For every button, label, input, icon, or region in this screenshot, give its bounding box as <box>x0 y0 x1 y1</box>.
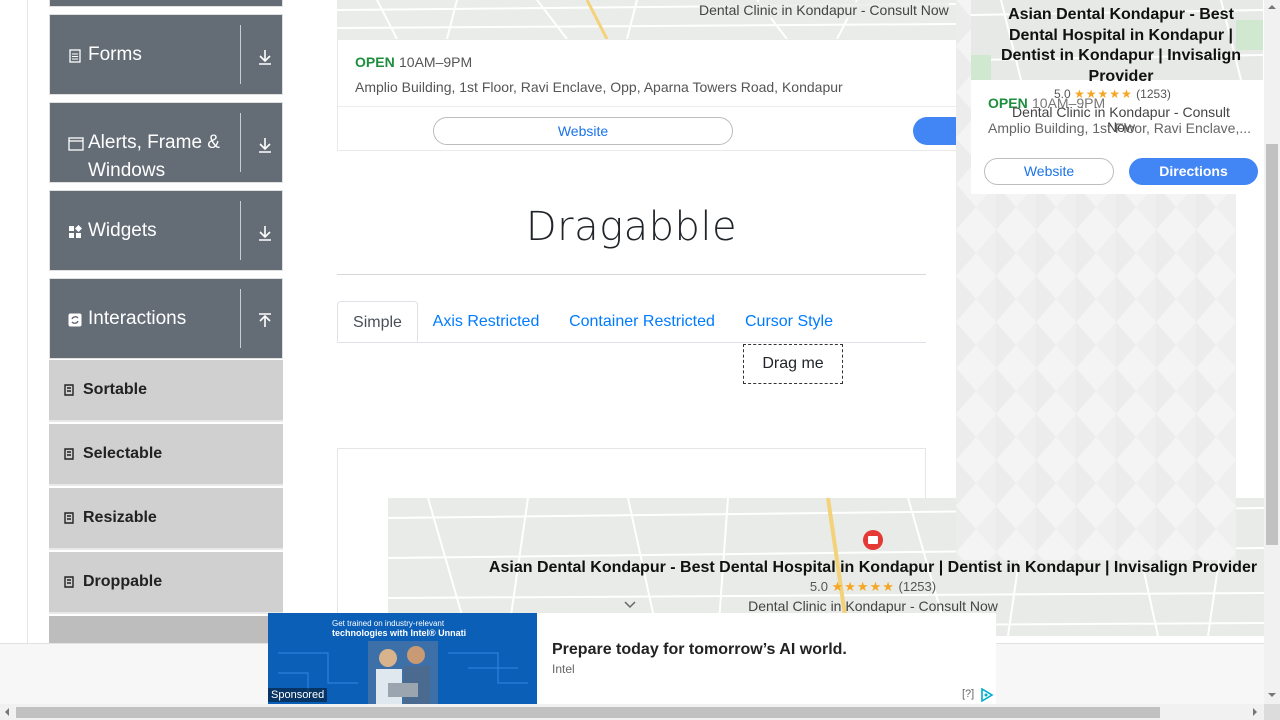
divider <box>240 113 241 172</box>
map-caption: Dental Clinic in Kondapur - Consult Now <box>699 2 949 18</box>
scroll-down-icon[interactable] <box>1267 692 1277 698</box>
drag-me-box[interactable]: Drag me <box>743 344 843 384</box>
ad-advertiser: Intel <box>552 662 575 676</box>
sidebar-group-label: Interactions <box>88 308 187 329</box>
ad-headline[interactable]: Prepare today for tomorrow’s AI world. <box>552 641 847 659</box>
open-status: OPEN <box>355 54 395 70</box>
sidebar-item-label: Droppable <box>83 573 163 590</box>
divider <box>240 25 241 84</box>
address: Amplio Building, 1st Floor, Ravi Enclave… <box>988 120 1252 136</box>
sidebar-group-interactions[interactable]: Interactions <box>49 278 283 359</box>
interactions-icon <box>68 313 82 327</box>
opening-hours: 10AM–9PM <box>399 54 473 70</box>
review-count: (1253) <box>1136 87 1171 101</box>
title-divider <box>337 274 926 275</box>
sidebar-item-label: Sortable <box>83 381 148 398</box>
download-arrow-icon[interactable] <box>255 223 275 243</box>
ad-image-text: Get trained on industry-relevant <box>332 619 445 628</box>
rating-value: 5.0 <box>809 579 828 594</box>
review-count: (1253) <box>898 579 937 594</box>
scroll-right-icon[interactable] <box>1252 707 1258 717</box>
scroll-left-icon[interactable] <box>4 707 10 717</box>
tab-bar: Simple Axis Restricted Container Restric… <box>337 301 926 343</box>
upload-arrow-icon[interactable] <box>255 311 275 331</box>
vertical-scroll-thumb[interactable] <box>1266 144 1278 545</box>
tab-cursor-style[interactable]: Cursor Style <box>737 301 841 342</box>
tab-container-restricted[interactable]: Container Restricted <box>561 301 723 342</box>
ad-text-box[interactable]: Prepare today for tomorrow’s AI world. I… <box>537 613 996 704</box>
website-button[interactable]: Website <box>984 158 1114 185</box>
document-icon <box>69 49 81 63</box>
widgets-icon <box>69 225 82 238</box>
tab-simple[interactable]: Simple <box>337 301 418 342</box>
sidebar-item-resizable[interactable]: Resizable <box>49 488 283 550</box>
sidebar-group-label: Forms <box>88 44 142 65</box>
business-name: Asian Dental Kondapur - Best Dental Hosp… <box>1000 6 1242 85</box>
website-button[interactable]: Website <box>433 117 733 145</box>
ad-image[interactable]: Get trained on industry-relevant technol… <box>268 613 537 704</box>
sidebar-group-label: Widgets <box>88 220 157 241</box>
sponsored-label: Sponsored <box>268 688 328 702</box>
download-arrow-icon[interactable] <box>255 135 275 155</box>
sidebar: Forms Alerts, Frame & Windows Widgets In… <box>49 0 283 643</box>
item-icon <box>64 384 74 396</box>
sidebar-group-label: Alerts, Frame & <box>88 132 220 153</box>
sidebar-group-forms[interactable]: Forms <box>49 14 283 95</box>
page-title: Dragabble <box>525 204 738 250</box>
business-name: Asian Dental Kondapur - Best Dental Hosp… <box>488 559 1258 576</box>
sidebar-group-widgets[interactable]: Widgets <box>49 190 283 271</box>
sidebar-item-dragabble[interactable] <box>49 616 283 643</box>
scrollbar-corner <box>1264 704 1280 720</box>
left-gutter <box>0 0 28 643</box>
sidebar-item-droppable[interactable]: Droppable <box>49 552 283 614</box>
rating-stars: ★★★★★ <box>831 579 895 594</box>
sidebar-item-label: Selectable <box>83 445 163 462</box>
sidebar-item-selectable[interactable]: Selectable <box>49 424 283 486</box>
divider <box>240 201 241 260</box>
ad-info-link[interactable]: [?] <box>962 688 974 700</box>
sidebar-group-label-line2: Windows <box>88 160 166 181</box>
item-icon <box>64 448 74 460</box>
map-info-card: OPEN 10AM–9PM Amplio Building, 1st Floor… <box>337 39 973 151</box>
map-caption: Dental Clinic in Kondapur - Consult Now <box>748 598 998 614</box>
divider <box>240 289 241 348</box>
window-icon <box>68 137 84 151</box>
item-icon <box>64 576 74 588</box>
item-icon <box>64 512 74 524</box>
adchoices-icon[interactable] <box>980 688 994 702</box>
map-top[interactable]: Dental Clinic in Kondapur - Consult Now <box>337 0 957 39</box>
sidebar-item-label: Resizable <box>83 509 157 526</box>
sidebar-group-alerts[interactable]: Alerts, Frame & Windows <box>49 102 283 183</box>
tab-axis-restricted[interactable]: Axis Restricted <box>425 301 547 342</box>
divider <box>338 106 958 107</box>
scroll-up-icon[interactable] <box>1267 4 1277 10</box>
rating-row: 5.0 ★★★★★ (1253) <box>388 579 1264 595</box>
ad-image-text: technologies with Intel® Unnati <box>332 628 467 638</box>
directions-button[interactable]: Directions <box>1129 158 1258 185</box>
address: Amplio Building, 1st Floor, Ravi Enclave… <box>355 79 843 95</box>
sidebar-item-sortable[interactable]: Sortable <box>49 360 283 422</box>
horizontal-scroll-thumb[interactable] <box>16 707 1160 718</box>
download-arrow-icon[interactable] <box>255 47 275 67</box>
sidebar-group-elements[interactable] <box>49 0 283 7</box>
